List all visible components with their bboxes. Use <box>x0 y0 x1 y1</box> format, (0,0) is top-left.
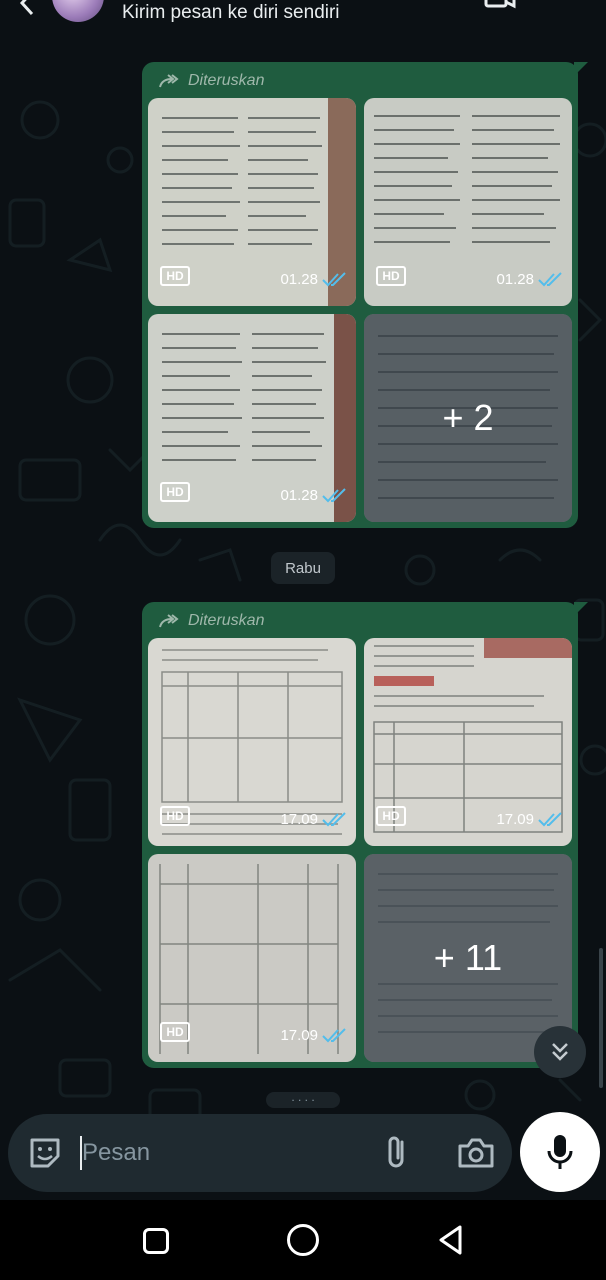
media-thumbnail[interactable]: HD 17.09 <box>364 638 572 846</box>
message-time: 01.28 <box>496 271 534 288</box>
more-options-icon[interactable] <box>560 0 580 12</box>
read-receipt-icon <box>538 812 562 827</box>
scroll-to-bottom-button[interactable] <box>534 1026 586 1078</box>
media-thumbnail[interactable]: HD 01.28 <box>364 98 572 306</box>
forward-icon <box>159 614 179 628</box>
date-divider: Rabu <box>271 552 335 584</box>
message-time: 01.28 <box>280 271 318 288</box>
media-thumbnail[interactable]: + 2 <box>364 314 572 522</box>
chat-header: Kirim pesan ke diri sendiri <box>0 0 606 44</box>
home-icon[interactable] <box>287 1224 319 1256</box>
more-media-overlay[interactable]: + 11 <box>364 854 572 1062</box>
emoji-icon[interactable] <box>26 1134 64 1172</box>
read-receipt-icon <box>538 272 562 287</box>
hd-badge: HD <box>376 806 406 826</box>
message-bubble[interactable]: Diteruskan HD 01.28 HD 01.28 HD 01.28 + … <box>142 62 588 528</box>
media-thumbnail[interactable]: HD 17.09 <box>148 638 356 846</box>
media-thumbnail[interactable]: HD 01.28 <box>148 314 356 522</box>
forward-icon <box>159 74 179 88</box>
scrollbar[interactable] <box>599 948 603 1088</box>
hd-badge: HD <box>160 482 190 502</box>
chat-title[interactable]: Kirim pesan ke diri sendiri <box>122 2 340 24</box>
mic-icon <box>547 1135 573 1169</box>
read-receipt-icon <box>322 272 346 287</box>
attach-icon[interactable] <box>382 1134 412 1172</box>
media-thumbnail[interactable]: + 11 <box>364 854 572 1062</box>
hd-badge: HD <box>160 266 190 286</box>
read-receipt-icon <box>322 812 346 827</box>
typing-indicator: . . . . <box>266 1091 340 1108</box>
voice-message-button[interactable] <box>520 1112 600 1192</box>
forwarded-label: Diteruskan <box>158 70 264 92</box>
back-arrow-icon[interactable] <box>14 0 40 16</box>
camera-icon[interactable] <box>456 1136 496 1170</box>
hd-badge: HD <box>376 266 406 286</box>
more-media-overlay[interactable]: + 2 <box>364 314 572 522</box>
avatar[interactable] <box>52 0 104 22</box>
media-thumbnail[interactable]: HD 17.09 <box>148 854 356 1062</box>
recent-apps-icon[interactable] <box>143 1228 169 1254</box>
video-call-icon[interactable] <box>484 0 516 12</box>
hd-badge: HD <box>160 1022 190 1042</box>
message-bubble[interactable]: Diteruskan HD 17.09 HD 17.09 HD 17.09 + … <box>142 602 588 1068</box>
message-input[interactable]: Pesan <box>82 1136 150 1170</box>
read-receipt-icon <box>322 1028 346 1043</box>
nav-back-icon[interactable] <box>436 1224 466 1256</box>
read-receipt-icon <box>322 488 346 503</box>
double-chevron-down-icon <box>552 1043 568 1061</box>
message-time: 17.09 <box>280 811 318 828</box>
message-time: 17.09 <box>280 1027 318 1044</box>
message-composer[interactable]: Pesan <box>8 1114 512 1192</box>
message-time: 01.28 <box>280 487 318 504</box>
message-time: 17.09 <box>496 811 534 828</box>
forwarded-label: Diteruskan <box>158 610 264 632</box>
hd-badge: HD <box>160 806 190 826</box>
media-thumbnail[interactable]: HD 01.28 <box>148 98 356 306</box>
